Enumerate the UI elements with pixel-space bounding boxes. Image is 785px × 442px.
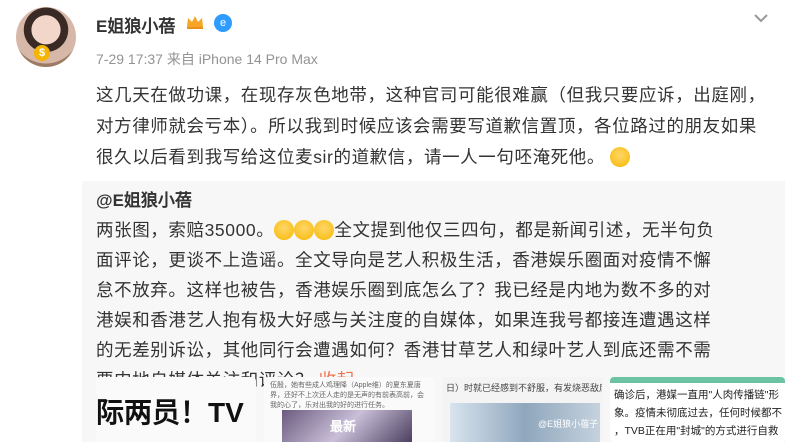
thumbnail-3-watermark: @E姐狼小蓓子 xyxy=(538,419,599,429)
vip-badge-icon: $ xyxy=(34,45,50,61)
repost-author[interactable]: @E姐狼小蓓 xyxy=(96,186,192,211)
thumbnail-2-caption: 伍殷，她有些成人鸡理降（Apple维）的夏东夏唐界，还好不上次还人走的是无声的有… xyxy=(270,382,424,409)
thumbnail-4-line: 象。疫情未彻底过去，任何时候都不 xyxy=(614,407,782,419)
thumbnail-3[interactable]: 日）时就已经感到不舒服，有发烧恶敌后 @E姐狼小蓓子 xyxy=(442,377,602,442)
smile-emoji-icon xyxy=(294,220,315,240)
smile-emoji-icon xyxy=(274,220,295,240)
post-meta: 7-29 17:37 来自 iPhone 14 Pro Max xyxy=(96,51,318,67)
thumbnail-4[interactable]: 确诊后，港媒一直用"人肉传播链"形 象。疫情未彻底过去，任何时候都不 ，TVB正… xyxy=(610,377,785,442)
image-thumbnails: 际两员！TV 伍殷，她有些成人鸡理降（Apple维）的夏东夏唐界，还好不上次还人… xyxy=(96,377,785,442)
verified-icon: e xyxy=(214,14,232,32)
thumbnail-1[interactable]: 际两员！TV xyxy=(96,377,256,442)
thumbnail-4-line: 确诊后，港媒一直用"人肉传播链"形 xyxy=(614,389,779,401)
repost-text-start: 两张图，索赔35000。 xyxy=(96,220,275,240)
smile-emoji-icon xyxy=(314,220,335,240)
crown-icon xyxy=(187,16,203,29)
repost-text-rest: 全文提到他仅三四句，都是新闻引述，无半句负面评论，更谈不上造谣。全文导向是艺人积… xyxy=(96,220,715,390)
thumbnail-2[interactable]: 伍殷，她有些成人鸡理降（Apple维）的夏东夏唐界，还好不上次还人走的是无声的有… xyxy=(264,377,434,442)
post-text-body: 这几天在做功课，在现存灰色地带，这种官司可能很难赢（但我只要应诉，出庭刚，对方律… xyxy=(96,85,766,167)
thumbnail-3-caption: 日）时就已经感到不舒服，有发烧恶敌后 xyxy=(446,383,602,393)
author-name[interactable]: E姐狼小蓓 xyxy=(96,12,175,37)
chevron-down-icon[interactable] xyxy=(751,8,771,28)
repost-text: 两张图，索赔35000。 全文提到他仅三四句，都是新闻引述，无半句负面评论，更谈不… xyxy=(96,215,716,395)
repost-card[interactable]: @E姐狼小蓓 两张图，索赔35000。 全文提到他仅三四句，都是新闻引述，无半句负… xyxy=(82,181,785,442)
post-text: 这几天在做功课，在现存灰色地带，这种官司可能很难赢（但我只要应诉，出庭刚，对方律… xyxy=(96,80,768,173)
emoji-icon xyxy=(610,147,631,167)
thumbnail-2-photo-text: 最新 xyxy=(330,419,357,434)
thumbnail-2-photo: 最新 xyxy=(282,410,412,442)
weibo-post: $ E姐狼小蓓 e 7-29 17:37 来自 iPhone 14 Pro Ma… xyxy=(0,0,785,442)
thumbnail-4-line: ，TVB正在用"封城"的方式进行自救 xyxy=(614,425,779,437)
avatar[interactable]: $ xyxy=(16,7,76,67)
thumbnail-4-header-bar xyxy=(610,377,785,383)
thumbnail-1-text: 际两员！TV xyxy=(96,397,244,428)
thumbnail-3-photo: @E姐狼小蓓子 xyxy=(450,403,600,442)
